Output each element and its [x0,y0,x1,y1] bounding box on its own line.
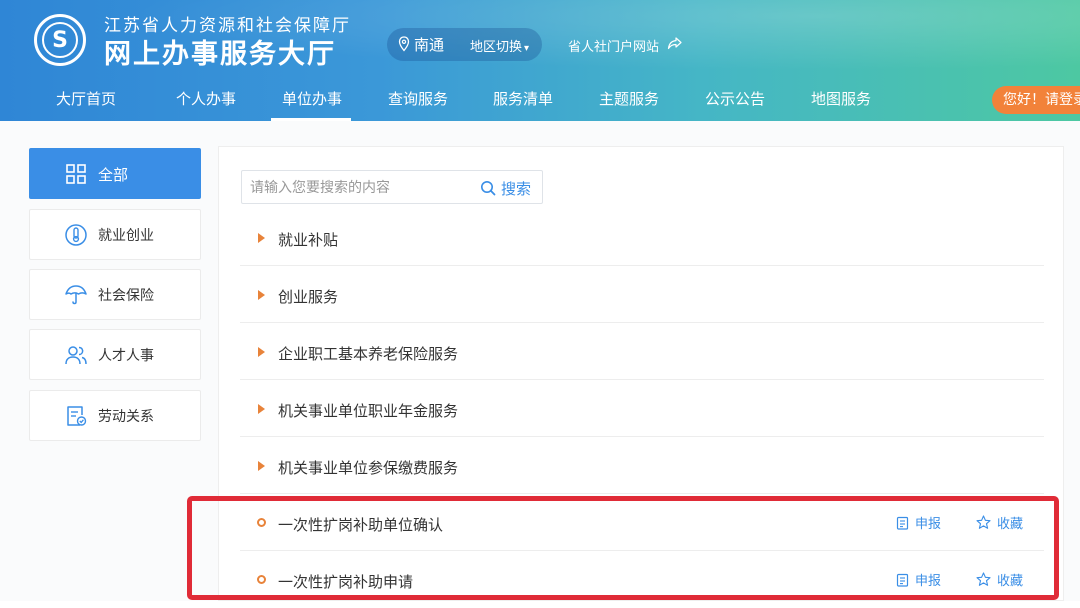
expand-triangle-icon [258,233,265,243]
bullet-circle-icon [257,575,266,584]
apply-button[interactable]: 申报 [896,513,941,532]
apply-label: 申报 [915,574,942,589]
chevron-down-icon: ▾ [524,43,530,54]
category-row[interactable]: 企业职工基本养老保险服务 [240,323,1044,380]
expand-triangle-icon [258,347,265,357]
nav-item-personal[interactable]: 个人办事 [176,88,236,109]
region-switch-label: 地区切换 [470,40,523,55]
login-button[interactable]: 您好！请登录 [992,86,1080,114]
favorite-label: 收藏 [997,574,1024,589]
logo-icon[interactable]: S [34,14,86,66]
logo-mark: S [42,22,78,58]
category-label: 机关事业单位参保缴费服务 [278,459,459,477]
site-name: 网上办事服务大厅 [104,39,336,70]
sidebar-item-insurance[interactable]: 社会保险 [29,269,201,320]
users-icon [65,346,87,365]
favorite-button[interactable]: 收藏 [976,513,1023,532]
nav-item-unit[interactable]: 单位办事 [282,88,342,109]
region-name: 南通 [414,36,445,54]
sidebar-item-all[interactable]: 全部 [29,148,201,199]
thermometer-icon [65,224,87,246]
sidebar-item-label: 社会保险 [98,288,154,304]
region-switch-button[interactable]: 地区切换 ▾ [470,36,529,55]
category-row[interactable]: 机关事业单位职业年金服务 [240,380,1044,437]
expand-triangle-icon [258,461,265,471]
service-row: 一次性扩岗补助申请 申报 收藏 [240,551,1044,608]
nav-item-query[interactable]: 查询服务 [388,88,448,109]
search-input[interactable] [250,177,470,199]
portal-link[interactable]: 省人社门户网站 [568,36,659,55]
nav-item-topics[interactable]: 主题服务 [599,88,659,109]
sidebar-item-labor[interactable]: 劳动关系 [29,390,201,441]
category-label: 就业补贴 [278,231,339,249]
nav-item-announcements[interactable]: 公示公告 [705,88,765,109]
apply-button[interactable]: 申报 [896,570,941,589]
category-label: 企业职工基本养老保险服务 [278,345,459,363]
expand-triangle-icon [258,404,265,414]
service-label[interactable]: 一次性扩岗补助申请 [278,571,413,592]
search-button-label: 搜索 [501,179,532,198]
bullet-circle-icon [257,518,266,527]
nav-item-map[interactable]: 地图服务 [811,88,871,109]
search-button[interactable]: 搜索 [480,177,531,199]
umbrella-icon [65,285,87,305]
sidebar-item-label: 就业创业 [98,228,154,244]
sidebar-item-employment[interactable]: 就业创业 [29,209,201,260]
favorite-button[interactable]: 收藏 [976,570,1023,589]
search-box: 搜索 [241,170,543,204]
category-label: 机关事业单位职业年金服务 [278,402,459,420]
service-row: 一次性扩岗补助单位确认 申报 收藏 [240,494,1044,551]
category-row[interactable]: 创业服务 [240,266,1044,323]
grid-icon [66,164,86,184]
expand-triangle-icon [258,290,265,300]
nav-item-service-list[interactable]: 服务清单 [493,88,553,109]
sidebar-item-label: 人才人事 [98,348,154,364]
nav-item-home[interactable]: 大厅首页 [56,88,116,109]
category-row[interactable]: 机关事业单位参保缴费服务 [240,437,1044,494]
star-icon [976,515,991,529]
location-pin-icon [398,36,410,52]
category-row[interactable]: 就业补贴 [240,209,1044,266]
form-icon [896,516,909,530]
apply-label: 申报 [915,517,942,532]
category-label: 创业服务 [278,288,339,306]
search-icon [481,181,496,196]
sidebar-item-talent[interactable]: 人才人事 [29,329,201,380]
share-arrow-icon[interactable] [667,36,682,50]
favorite-label: 收藏 [997,517,1024,532]
service-label[interactable]: 一次性扩岗补助单位确认 [278,514,443,535]
document-icon [67,406,87,426]
sidebar-item-label: 全部 [98,166,129,184]
star-icon [976,572,991,586]
sidebar-item-label: 劳动关系 [98,409,154,425]
form-icon [896,573,909,587]
